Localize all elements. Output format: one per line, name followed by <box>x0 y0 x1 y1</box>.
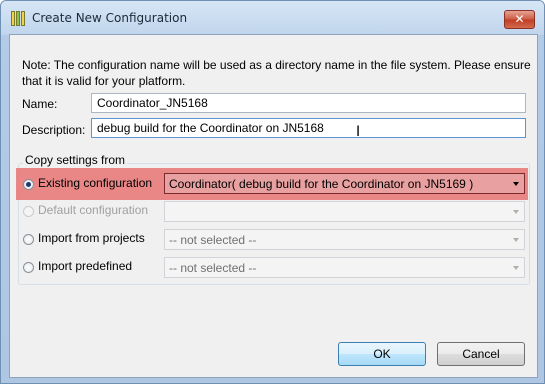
name-label: Name: <box>22 97 58 111</box>
dropdown-value: -- not selected -- <box>169 233 257 247</box>
text-cursor-icon: I <box>356 124 361 140</box>
chevron-down-icon <box>513 266 519 270</box>
radio-label: Import from projects <box>38 231 145 245</box>
radio-button[interactable] <box>23 179 34 190</box>
name-input[interactable]: Coordinator_JN5168 <box>91 93 526 113</box>
radio-label: Existing configuration <box>38 176 153 190</box>
close-button[interactable]: ✕ <box>504 10 535 29</box>
copy-settings-title: Copy settings from <box>23 153 128 167</box>
dropdown-value: Coordinator( debug build for the Coordin… <box>169 177 474 191</box>
chevron-down-icon <box>513 238 519 242</box>
description-label: Description: <box>22 123 86 137</box>
radio-button[interactable] <box>23 262 34 273</box>
existing-configuration-dropdown[interactable]: Coordinator( debug build for the Coordin… <box>164 173 525 194</box>
chevron-down-icon <box>513 210 519 214</box>
default-configuration-dropdown[interactable] <box>164 201 525 222</box>
import-predefined-dropdown[interactable]: -- not selected -- <box>164 257 525 278</box>
dialog-content: Note: The configuration name will be use… <box>9 34 538 378</box>
close-icon: ✕ <box>514 12 525 26</box>
dialog-window: Create New Configuration ✕ Note: The con… <box>0 0 545 384</box>
import-from-projects-dropdown[interactable]: -- not selected -- <box>164 229 525 250</box>
radio-label: Default configuration <box>38 203 149 217</box>
ok-button[interactable]: OK <box>338 342 426 366</box>
description-input[interactable]: debug build for the Coordinator on JN516… <box>91 118 526 138</box>
dialog-title: Create New Configuration <box>32 11 188 25</box>
cancel-button[interactable]: Cancel <box>437 342 525 366</box>
note-text: Note: The configuration name will be use… <box>22 58 531 88</box>
radio-button[interactable] <box>23 234 34 245</box>
chevron-down-icon <box>513 182 519 186</box>
eclipse-config-icon <box>11 11 25 26</box>
title-bar[interactable]: Create New Configuration ✕ <box>1 1 544 35</box>
radio-label: Import predefined <box>38 259 133 273</box>
dropdown-value: -- not selected -- <box>169 261 257 275</box>
radio-button[interactable] <box>23 206 34 217</box>
